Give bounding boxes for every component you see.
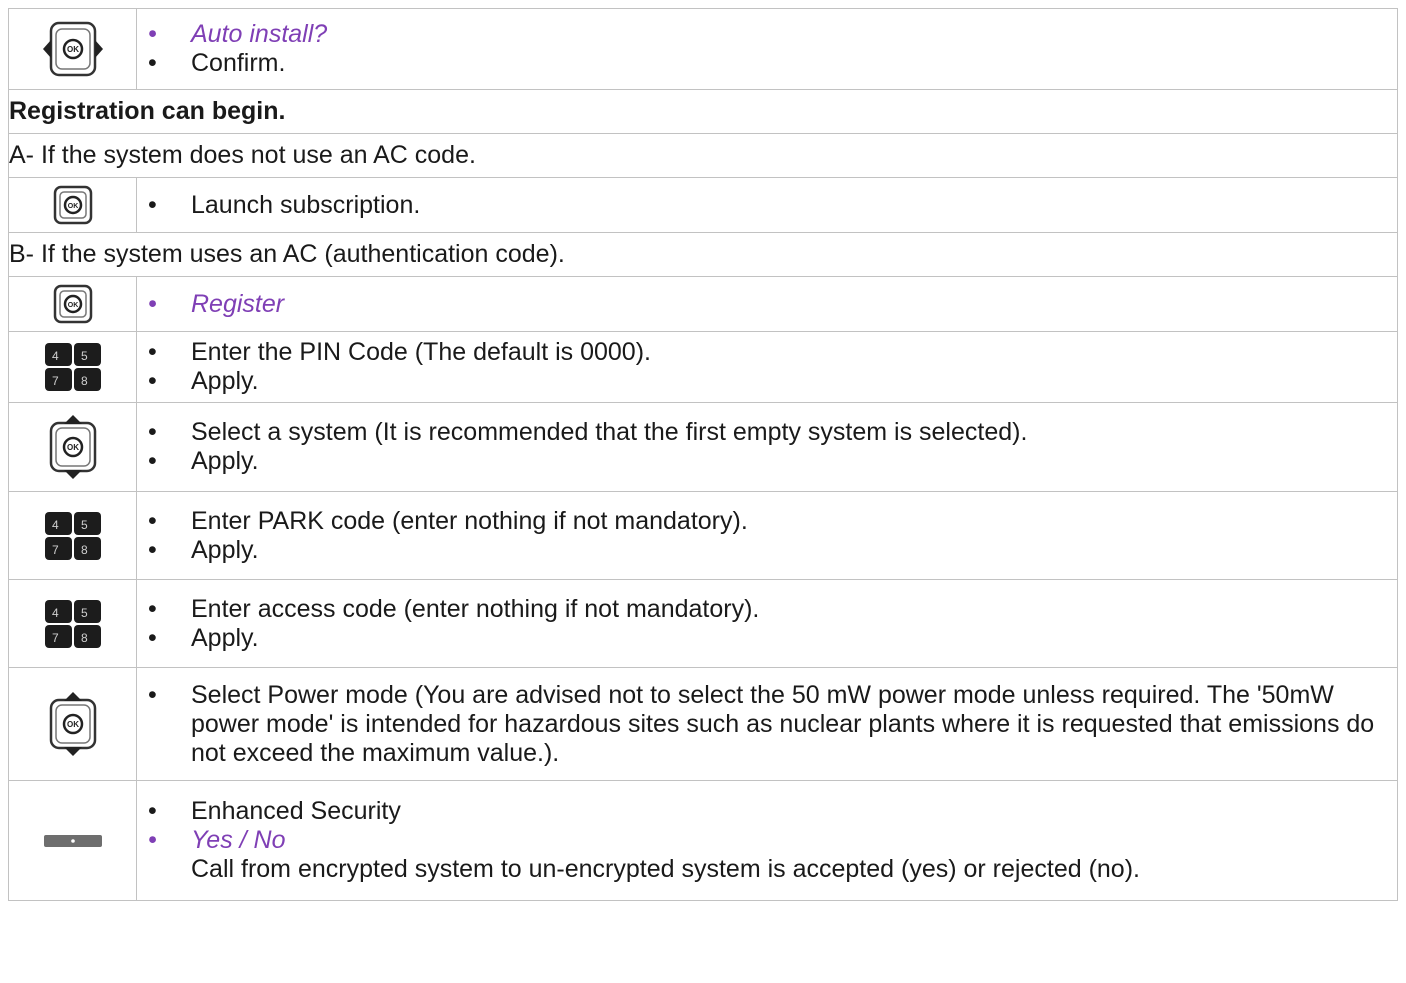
icon-cell: OK [8, 177, 137, 233]
key-label: 4 [52, 518, 59, 532]
key-label: 4 [52, 349, 59, 363]
step-cell: Enter access code (enter nothing if not … [136, 579, 1398, 668]
instruction-table: OK Auto install? Confirm. Registration c… [8, 8, 1398, 901]
key-label: 7 [52, 631, 59, 645]
table-row: OK Auto install? Confirm. [8, 8, 1398, 90]
table-row: Registration can begin. [8, 89, 1398, 134]
ok-up-down-icon: OK [49, 415, 96, 479]
icon-cell: 4 5 7 8 [8, 491, 137, 580]
key-label: 8 [81, 631, 88, 645]
step-item: Enter the PIN Code (The default is 0000)… [137, 338, 1397, 367]
key-label: 8 [81, 543, 88, 557]
table-row: Enhanced Security Yes / No Call from enc… [8, 780, 1398, 901]
side-key-icon [43, 834, 102, 847]
ok-glyph: OK [67, 302, 78, 309]
step-item: Apply. [137, 367, 1397, 396]
step-item: Launch subscription. [137, 191, 1397, 220]
table-row: B- If the system uses an AC (authenticat… [8, 232, 1398, 277]
table-row: OK Register [8, 276, 1398, 332]
table-row: 4 5 7 8 Enter PARK code (enter nothing i… [8, 491, 1398, 580]
table-row: 4 5 7 8 Enter the PIN Code (The default … [8, 331, 1398, 403]
step-item: Register [137, 290, 1397, 319]
table-row: OK Launch subscription. [8, 177, 1398, 233]
step-cell: Auto install? Confirm. [136, 8, 1398, 90]
section-a-title: A- If the system does not use an AC code… [8, 133, 1398, 178]
ok-glyph: OK [67, 45, 79, 54]
step-item: Confirm. [137, 49, 1397, 78]
ok-key-icon: OK [53, 284, 92, 324]
step-item: Apply. [137, 447, 1397, 476]
key-label: 5 [81, 606, 88, 620]
key-label: 7 [52, 374, 59, 388]
step-cell: Select Power mode (You are advised not t… [136, 667, 1398, 781]
icon-cell: OK [8, 402, 137, 492]
step-item: Enhanced Security [137, 797, 1397, 826]
step-cell: Enter the PIN Code (The default is 0000)… [136, 331, 1398, 403]
icon-cell: 4 5 7 8 [8, 579, 137, 668]
step-item: Enter PARK code (enter nothing if not ma… [137, 507, 1397, 536]
section-heading: Registration can begin. [8, 89, 1398, 134]
table-row: OK Select Power mode (You are advised no… [8, 667, 1398, 781]
ok-glyph: OK [67, 443, 79, 452]
step-item: Select Power mode (You are advised not t… [137, 681, 1397, 768]
table-row: A- If the system does not use an AC code… [8, 133, 1398, 178]
step-item: Apply. [137, 624, 1397, 653]
step-cell: Launch subscription. [136, 177, 1398, 233]
keypad-icon: 4 5 7 8 [44, 599, 101, 648]
icon-cell: OK [8, 667, 137, 781]
step-item: Enter access code (enter nothing if not … [137, 595, 1397, 624]
ok-key-icon: OK [53, 185, 92, 225]
step-cell: Register [136, 276, 1398, 332]
step-cell: Enter PARK code (enter nothing if not ma… [136, 491, 1398, 580]
ok-glyph: OK [67, 720, 79, 729]
step-item: Apply. [137, 536, 1397, 565]
section-b-title: B- If the system uses an AC (authenticat… [8, 232, 1398, 277]
key-label: 4 [52, 606, 59, 620]
ok-glyph: OK [67, 203, 78, 210]
step-item: Yes / No [137, 826, 1397, 855]
ok-left-right-icon: OK [42, 21, 103, 77]
keypad-icon: 4 5 7 8 [44, 343, 101, 391]
table-row: 4 5 7 8 Enter access code (enter nothing… [8, 579, 1398, 668]
icon-cell: OK [8, 276, 137, 332]
table-row: OK Select a system (It is recommended th… [8, 402, 1398, 492]
key-label: 7 [52, 543, 59, 557]
step-item: Auto install? [137, 20, 1397, 49]
icon-cell: 4 5 7 8 [8, 331, 137, 403]
key-label: 8 [81, 374, 88, 388]
step-cell: Enhanced Security Yes / No Call from enc… [136, 780, 1398, 901]
icon-cell: OK [8, 8, 137, 90]
key-label: 5 [81, 518, 88, 532]
step-item: Select a system (It is recommended that … [137, 418, 1397, 447]
icon-cell [8, 780, 137, 901]
ok-up-down-icon: OK [49, 692, 96, 756]
key-label: 5 [81, 349, 88, 363]
keypad-icon: 4 5 7 8 [44, 511, 101, 560]
step-note: Call from encrypted system to un-encrypt… [191, 855, 1140, 883]
step-cell: Select a system (It is recommended that … [136, 402, 1398, 492]
